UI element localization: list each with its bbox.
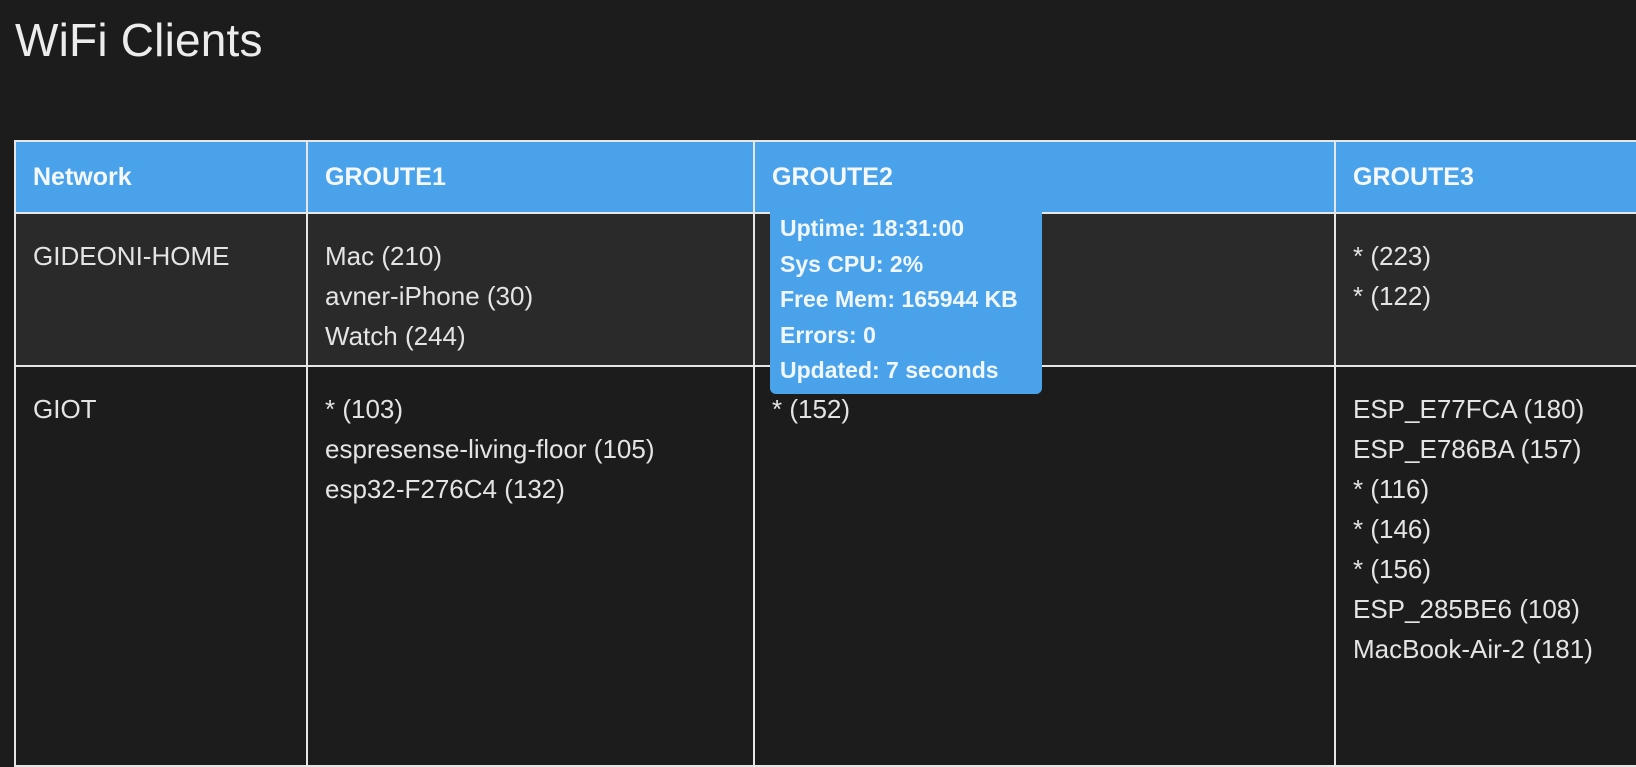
network-name: GIDEONI-HOME [33, 241, 230, 271]
client-entry: ESP_285BE6 (108) [1353, 594, 1580, 624]
client-entry: * (146) [1353, 514, 1432, 544]
groute1-clients-cell: * (103) espresense-living-floor (105) es… [306, 365, 755, 767]
tooltip-errors: Errors: 0 [780, 321, 876, 348]
client-entry: avner-iPhone (30) [325, 281, 534, 311]
client-entry: Watch (244) [325, 321, 466, 351]
client-entry: espresense-living-floor (105) [325, 434, 655, 464]
client-entry: * (116) [1353, 474, 1430, 504]
client-entry: esp32-F276C4 (132) [325, 474, 565, 504]
client-entry: MacBook-Air-2 (181) [1353, 634, 1593, 664]
column-header-network: Network [14, 140, 308, 214]
tooltip-sys-cpu: Sys CPU: 2% [780, 250, 924, 277]
groute3-clients-cell: * (223) * (122) [1334, 212, 1636, 367]
column-header-groute2: GROUTE2 [753, 140, 1336, 214]
client-entry: ESP_E786BA (157) [1353, 434, 1582, 464]
client-entry: * (156) [1353, 554, 1432, 584]
table-row: GIOT * (103) espresense-living-floor (10… [14, 365, 1636, 767]
column-header-groute3: GROUTE3 [1334, 140, 1636, 214]
tooltip-updated: Updated: 7 seconds [780, 357, 999, 383]
page-title: WiFi Clients [15, 14, 263, 66]
tooltip-uptime: Uptime: 18:31:00 [780, 215, 965, 241]
client-entry: * (103) [325, 394, 404, 424]
client-entry: * (223) [1353, 241, 1432, 271]
tooltip-free-mem: Free Mem: 165944 KB [780, 286, 1018, 312]
groute1-clients-cell: Mac (210) avner-iPhone (30) Watch (244) [306, 212, 755, 367]
groute3-clients-cell: ESP_E77FCA (180) ESP_E786BA (157) * (116… [1334, 365, 1636, 767]
client-entry: * (122) [1353, 281, 1432, 311]
table-header-row: Network GROUTE1 GROUTE2 GROUTE3 [14, 140, 1636, 214]
groute2-clients-cell: * (152) [753, 365, 1336, 767]
network-cell: GIOT [14, 365, 308, 767]
client-entry: ESP_E77FCA (180) [1353, 394, 1585, 424]
network-cell: GIDEONI-HOME [14, 212, 308, 367]
client-entry: * (152) [772, 394, 851, 424]
network-name: GIOT [33, 394, 97, 424]
router-status-tooltip: Uptime: 18:31:00 Sys CPU: 2% Free Mem: 1… [770, 205, 1042, 394]
client-entry: Mac (210) [325, 241, 443, 271]
column-header-groute1: GROUTE1 [306, 140, 755, 214]
